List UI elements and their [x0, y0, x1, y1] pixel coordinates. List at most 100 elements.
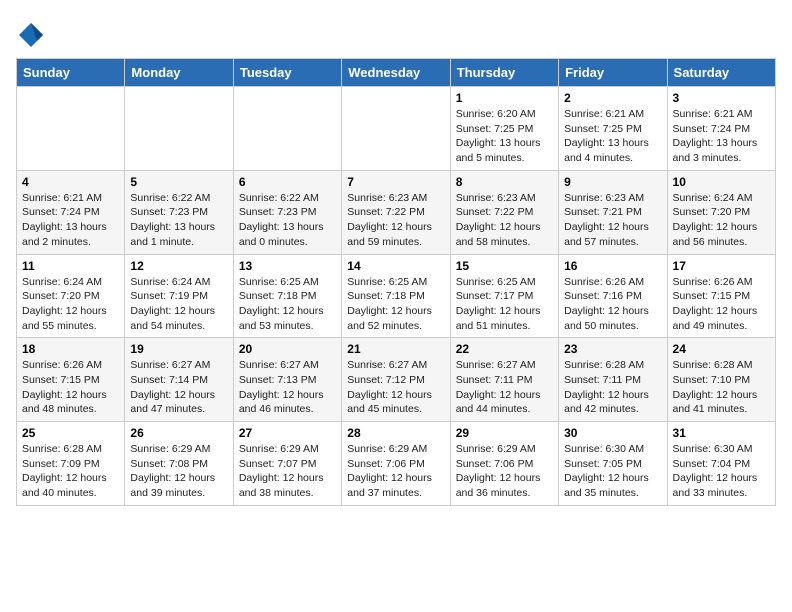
calendar-week-row: 11Sunrise: 6:24 AM Sunset: 7:20 PM Dayli…: [17, 254, 776, 338]
calendar-day-cell: 24 Sunrise: 6:28 AM Sunset: 7:10 PM Dayli…: [667, 338, 775, 422]
calendar-day-cell: 6 Sunrise: 6:22 AM Sunset: 7:23 PM Daylig…: [233, 170, 341, 254]
day-info: Sunrise: 6:21 AM Sunset: 7:24 PM Dayligh…: [22, 191, 119, 250]
day-number: 26: [130, 426, 227, 440]
weekday-header-cell: Thursday: [450, 59, 558, 87]
calendar-day-cell: 26 Sunrise: 6:29 AM Sunset: 7:08 PM Dayli…: [125, 422, 233, 506]
day-number: 17: [673, 259, 770, 273]
calendar-day-cell: 2Sunrise: 6:21 AM Sunset: 7:25 PM Daylig…: [559, 87, 667, 171]
calendar-day-cell: 5 Sunrise: 6:22 AM Sunset: 7:23 PM Daylig…: [125, 170, 233, 254]
day-info: Sunrise: 6:30 AM Sunset: 7:05 PM Dayligh…: [564, 442, 661, 501]
day-info: Sunrise: 6:24 AM Sunset: 7:19 PM Dayligh…: [130, 275, 227, 334]
day-number: 10: [673, 175, 770, 189]
day-number: 24: [673, 342, 770, 356]
day-info: Sunrise: 6:25 AM Sunset: 7:17 PM Dayligh…: [456, 275, 553, 334]
calendar-day-cell: 11Sunrise: 6:24 AM Sunset: 7:20 PM Dayli…: [17, 254, 125, 338]
calendar-day-cell: 19 Sunrise: 6:27 AM Sunset: 7:14 PM Dayli…: [125, 338, 233, 422]
day-number: 22: [456, 342, 553, 356]
calendar-day-cell: 30 Sunrise: 6:30 AM Sunset: 7:05 PM Dayli…: [559, 422, 667, 506]
day-info: Sunrise: 6:29 AM Sunset: 7:06 PM Dayligh…: [347, 442, 444, 501]
day-info: Sunrise: 6:27 AM Sunset: 7:12 PM Dayligh…: [347, 358, 444, 417]
day-info: Sunrise: 6:26 AM Sunset: 7:16 PM Dayligh…: [564, 275, 661, 334]
calendar-day-cell: [233, 87, 341, 171]
day-info: Sunrise: 6:26 AM Sunset: 7:15 PM Dayligh…: [22, 358, 119, 417]
calendar-day-cell: 23 Sunrise: 6:28 AM Sunset: 7:11 PM Dayli…: [559, 338, 667, 422]
day-number: 5: [130, 175, 227, 189]
day-number: 19: [130, 342, 227, 356]
day-number: 30: [564, 426, 661, 440]
logo: [16, 20, 50, 50]
calendar-day-cell: 9 Sunrise: 6:23 AM Sunset: 7:21 PM Daylig…: [559, 170, 667, 254]
calendar-day-cell: 3 Sunrise: 6:21 AM Sunset: 7:24 PM Daylig…: [667, 87, 775, 171]
header: [16, 16, 776, 50]
day-info: Sunrise: 6:25 AM Sunset: 7:18 PM Dayligh…: [239, 275, 336, 334]
day-number: 15: [456, 259, 553, 273]
day-info: Sunrise: 6:21 AM Sunset: 7:25 PM Dayligh…: [564, 107, 661, 166]
day-info: Sunrise: 6:27 AM Sunset: 7:14 PM Dayligh…: [130, 358, 227, 417]
day-number: 16: [564, 259, 661, 273]
day-number: 7: [347, 175, 444, 189]
day-number: 29: [456, 426, 553, 440]
day-info: Sunrise: 6:24 AM Sunset: 7:20 PM Dayligh…: [673, 191, 770, 250]
calendar-table: SundayMondayTuesdayWednesdayThursdayFrid…: [16, 58, 776, 506]
calendar-day-cell: 21 Sunrise: 6:27 AM Sunset: 7:12 PM Dayli…: [342, 338, 450, 422]
weekday-header-cell: Tuesday: [233, 59, 341, 87]
day-info: Sunrise: 6:21 AM Sunset: 7:24 PM Dayligh…: [673, 107, 770, 166]
logo-icon: [16, 20, 46, 50]
day-info: Sunrise: 6:24 AM Sunset: 7:20 PM Dayligh…: [22, 275, 119, 334]
day-info: Sunrise: 6:30 AM Sunset: 7:04 PM Dayligh…: [673, 442, 770, 501]
day-number: 18: [22, 342, 119, 356]
day-info: Sunrise: 6:29 AM Sunset: 7:07 PM Dayligh…: [239, 442, 336, 501]
day-info: Sunrise: 6:23 AM Sunset: 7:21 PM Dayligh…: [564, 191, 661, 250]
calendar-day-cell: 4 Sunrise: 6:21 AM Sunset: 7:24 PM Daylig…: [17, 170, 125, 254]
day-info: Sunrise: 6:28 AM Sunset: 7:10 PM Dayligh…: [673, 358, 770, 417]
calendar-day-cell: 13 Sunrise: 6:25 AM Sunset: 7:18 PM Dayli…: [233, 254, 341, 338]
page-container: SundayMondayTuesdayWednesdayThursdayFrid…: [16, 16, 776, 506]
day-number: 8: [456, 175, 553, 189]
calendar-day-cell: 7 Sunrise: 6:23 AM Sunset: 7:22 PM Daylig…: [342, 170, 450, 254]
calendar-body: 1Sunrise: 6:20 AM Sunset: 7:25 PM Daylig…: [17, 87, 776, 506]
weekday-header-row: SundayMondayTuesdayWednesdayThursdayFrid…: [17, 59, 776, 87]
calendar-day-cell: 1Sunrise: 6:20 AM Sunset: 7:25 PM Daylig…: [450, 87, 558, 171]
weekday-header-cell: Friday: [559, 59, 667, 87]
weekday-header-cell: Sunday: [17, 59, 125, 87]
weekday-header-cell: Monday: [125, 59, 233, 87]
day-number: 1: [456, 91, 553, 105]
calendar-day-cell: 17Sunrise: 6:26 AM Sunset: 7:15 PM Dayli…: [667, 254, 775, 338]
day-number: 27: [239, 426, 336, 440]
day-info: Sunrise: 6:28 AM Sunset: 7:09 PM Dayligh…: [22, 442, 119, 501]
calendar-day-cell: 29Sunrise: 6:29 AM Sunset: 7:06 PM Dayli…: [450, 422, 558, 506]
day-info: Sunrise: 6:23 AM Sunset: 7:22 PM Dayligh…: [347, 191, 444, 250]
calendar-day-cell: 12 Sunrise: 6:24 AM Sunset: 7:19 PM Dayli…: [125, 254, 233, 338]
calendar-week-row: 25Sunrise: 6:28 AM Sunset: 7:09 PM Dayli…: [17, 422, 776, 506]
calendar-week-row: 1Sunrise: 6:20 AM Sunset: 7:25 PM Daylig…: [17, 87, 776, 171]
day-number: 28: [347, 426, 444, 440]
day-info: Sunrise: 6:23 AM Sunset: 7:22 PM Dayligh…: [456, 191, 553, 250]
calendar-day-cell: 27 Sunrise: 6:29 AM Sunset: 7:07 PM Dayli…: [233, 422, 341, 506]
calendar-day-cell: 22Sunrise: 6:27 AM Sunset: 7:11 PM Dayli…: [450, 338, 558, 422]
day-number: 21: [347, 342, 444, 356]
day-info: Sunrise: 6:22 AM Sunset: 7:23 PM Dayligh…: [239, 191, 336, 250]
calendar-day-cell: 8 Sunrise: 6:23 AM Sunset: 7:22 PM Daylig…: [450, 170, 558, 254]
calendar-day-cell: 18 Sunrise: 6:26 AM Sunset: 7:15 PM Dayli…: [17, 338, 125, 422]
calendar-day-cell: 14Sunrise: 6:25 AM Sunset: 7:18 PM Dayli…: [342, 254, 450, 338]
day-number: 4: [22, 175, 119, 189]
calendar-day-cell: 25Sunrise: 6:28 AM Sunset: 7:09 PM Dayli…: [17, 422, 125, 506]
calendar-day-cell: 16 Sunrise: 6:26 AM Sunset: 7:16 PM Dayli…: [559, 254, 667, 338]
calendar-day-cell: [125, 87, 233, 171]
day-number: 9: [564, 175, 661, 189]
day-number: 12: [130, 259, 227, 273]
day-number: 6: [239, 175, 336, 189]
day-number: 13: [239, 259, 336, 273]
weekday-header-cell: Wednesday: [342, 59, 450, 87]
weekday-header-cell: Saturday: [667, 59, 775, 87]
day-info: Sunrise: 6:28 AM Sunset: 7:11 PM Dayligh…: [564, 358, 661, 417]
day-number: 20: [239, 342, 336, 356]
day-number: 31: [673, 426, 770, 440]
day-info: Sunrise: 6:22 AM Sunset: 7:23 PM Dayligh…: [130, 191, 227, 250]
day-info: Sunrise: 6:27 AM Sunset: 7:13 PM Dayligh…: [239, 358, 336, 417]
day-number: 23: [564, 342, 661, 356]
calendar-day-cell: 31 Sunrise: 6:30 AM Sunset: 7:04 PM Dayli…: [667, 422, 775, 506]
day-number: 3: [673, 91, 770, 105]
calendar-day-cell: 15 Sunrise: 6:25 AM Sunset: 7:17 PM Dayli…: [450, 254, 558, 338]
day-info: Sunrise: 6:29 AM Sunset: 7:08 PM Dayligh…: [130, 442, 227, 501]
